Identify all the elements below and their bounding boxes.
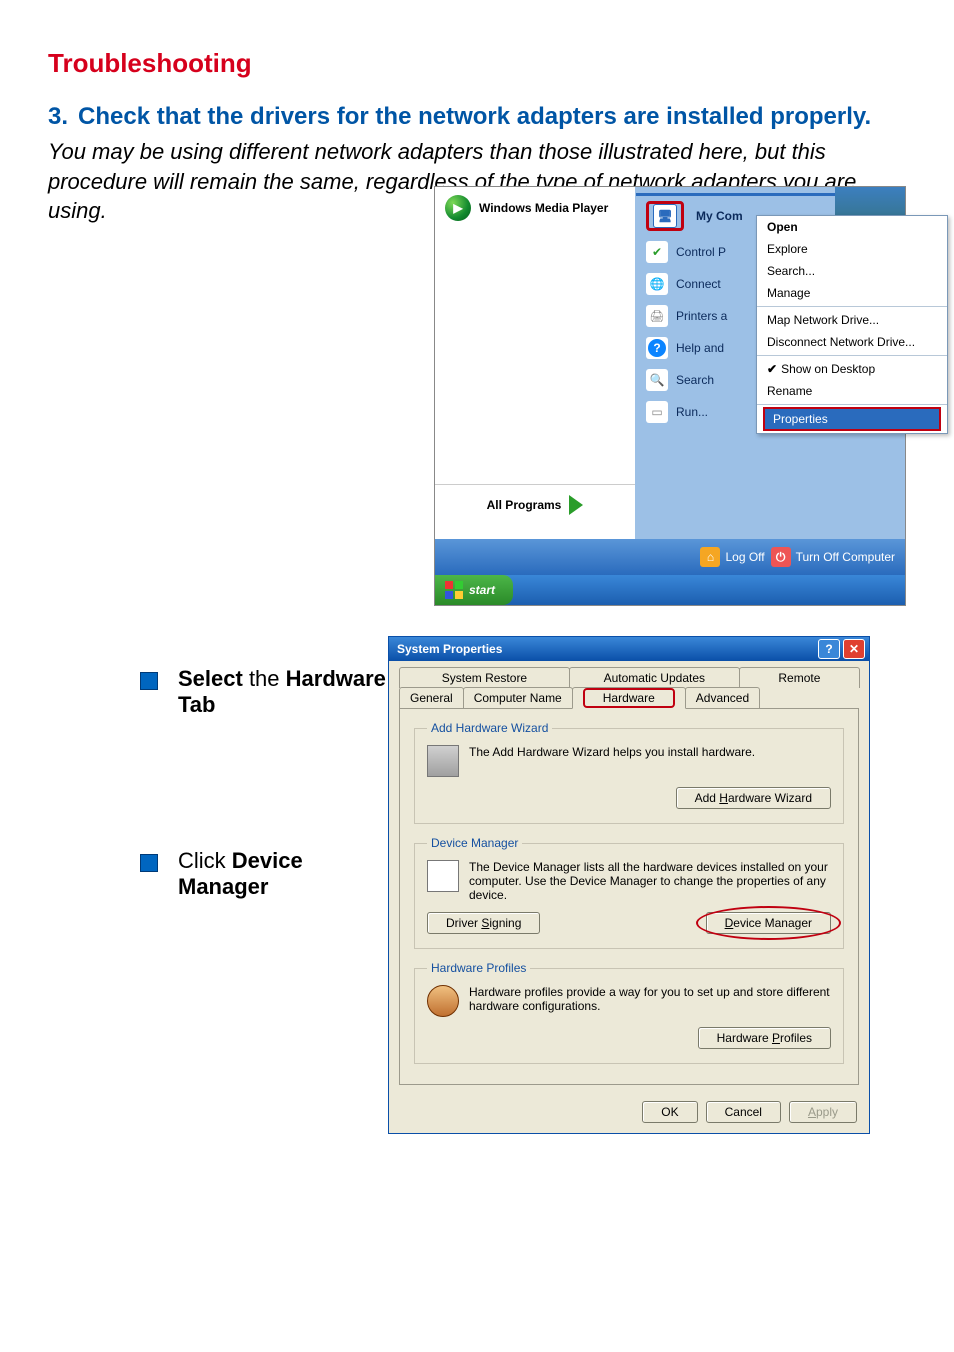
bullet-icon: [140, 854, 158, 872]
connect-label: Connect: [676, 277, 721, 291]
windows-flag-icon: [445, 581, 463, 599]
add-hardware-text: The Add Hardware Wizard helps you instal…: [469, 745, 755, 777]
device-manager-icon: [427, 860, 459, 892]
ctx-disconnect-drive[interactable]: Disconnect Network Drive...: [757, 331, 947, 353]
all-programs-label: All Programs: [487, 498, 562, 512]
wmp-label: Windows Media Player: [479, 201, 608, 215]
highlight-mycomputer: 🖥: [646, 201, 684, 231]
titlebar-close-button[interactable]: ✕: [843, 639, 865, 659]
ok-button[interactable]: OK: [642, 1101, 697, 1123]
ctx-open[interactable]: Open: [757, 216, 947, 238]
bullet-click-device-manager: Click Device Manager: [140, 848, 388, 900]
bullet-select-hardware: Select the Hardware Tab: [140, 666, 388, 718]
hardware-profiles-icon: [427, 985, 459, 1017]
turnoff-label: Turn Off Computer: [796, 550, 895, 564]
hardware-profiles-text: Hardware profiles provide a way for you …: [469, 985, 831, 1017]
search-label: Search: [676, 373, 714, 387]
play-icon: ▶: [445, 195, 471, 221]
ctx-separator: [757, 306, 947, 307]
start-item-wmp[interactable]: ▶ Windows Media Player: [435, 187, 635, 229]
tab-general[interactable]: General: [399, 687, 464, 708]
tab-remote[interactable]: Remote: [739, 667, 860, 688]
ctx-properties[interactable]: Properties: [763, 407, 941, 431]
dialog-buttons: OK Cancel Apply: [389, 1095, 869, 1133]
ctx-rename[interactable]: Rename: [757, 380, 947, 402]
group-add-hardware-wizard: Add Hardware Wizard The Add Hardware Wiz…: [414, 721, 844, 824]
ctx-separator: [757, 404, 947, 405]
tab-hardware[interactable]: Hardware: [572, 687, 686, 709]
printers-label: Printers a: [676, 309, 727, 323]
tab-advanced[interactable]: Advanced: [685, 687, 760, 708]
cancel-button[interactable]: Cancel: [706, 1101, 781, 1123]
window-title: System Properties: [397, 642, 502, 656]
legend-device-manager: Device Manager: [427, 836, 522, 850]
run-icon: ▭: [646, 401, 668, 423]
apply-button[interactable]: Apply: [789, 1101, 857, 1123]
highlight-device-manager: Device Manager: [706, 912, 831, 934]
tab-automatic-updates[interactable]: Automatic Updates: [569, 667, 740, 688]
printer-icon: 🖨: [646, 305, 668, 327]
power-icon: ⏻: [771, 547, 791, 567]
my-computer-label: My Com: [696, 209, 743, 223]
bullet1-text: Select the Hardware Tab: [178, 666, 388, 718]
ctx-map-drive[interactable]: Map Network Drive...: [757, 309, 947, 331]
legend-add-hardware: Add Hardware Wizard: [427, 721, 552, 735]
hardware-profiles-button[interactable]: Hardware Profiles: [698, 1027, 831, 1049]
device-manager-button[interactable]: Device Manager: [706, 912, 831, 934]
ctx-manage[interactable]: Manage: [757, 282, 947, 304]
ctx-explore[interactable]: Explore: [757, 238, 947, 260]
bullet-icon: [140, 672, 158, 690]
hardware-wizard-icon: [427, 745, 459, 777]
screenshot-start-menu: ▶ Windows Media Player All Programs 🖥 My…: [434, 186, 906, 606]
titlebar-help-button[interactable]: ?: [818, 639, 840, 659]
turnoff-button[interactable]: ⏻ Turn Off Computer: [771, 547, 895, 567]
step-title: Check that the drivers for the network a…: [78, 103, 871, 131]
logoff-label: Log Off: [725, 550, 764, 564]
logoff-bar: ⌂ Log Off ⏻ Turn Off Computer: [435, 539, 905, 575]
device-manager-text: The Device Manager lists all the hardwar…: [469, 860, 831, 902]
taskbar: start: [435, 575, 905, 605]
logoff-icon: ⌂: [700, 547, 720, 567]
group-hardware-profiles: Hardware Profiles Hardware profiles prov…: [414, 961, 844, 1064]
monitor-icon: 🖥: [653, 204, 677, 228]
add-hardware-wizard-button[interactable]: Add Hardware Wizard: [676, 787, 831, 809]
highlight-hardware-tab: Hardware: [583, 688, 675, 708]
start-label: start: [469, 583, 495, 597]
check-icon: ✔: [767, 362, 777, 376]
tab-computer-name[interactable]: Computer Name: [463, 687, 573, 708]
screenshot-system-properties: System Properties ? ✕ System Restore Aut…: [388, 636, 870, 1134]
control-panel-label: Control P: [676, 245, 726, 259]
triangle-right-icon: [569, 495, 583, 515]
step-number: 3.: [48, 103, 78, 131]
group-device-manager: Device Manager The Device Manager lists …: [414, 836, 844, 949]
run-label: Run...: [676, 405, 708, 419]
ctx-search[interactable]: Search...: [757, 260, 947, 282]
logoff-button[interactable]: ⌂ Log Off: [700, 547, 764, 567]
search-icon: 🔍: [646, 369, 668, 391]
tab-system-restore[interactable]: System Restore: [399, 667, 570, 688]
driver-signing-button[interactable]: Driver Signing: [427, 912, 540, 934]
start-all-programs[interactable]: All Programs: [435, 484, 635, 525]
help-icon: ?: [646, 337, 668, 359]
step-heading: 3. Check that the drivers for the networ…: [48, 103, 906, 131]
start-button[interactable]: start: [435, 575, 513, 605]
legend-hardware-profiles: Hardware Profiles: [427, 961, 530, 975]
bullet2-text: Click Device Manager: [178, 848, 388, 900]
page-title: Troubleshooting: [48, 48, 906, 79]
ctx-show-desktop[interactable]: ✔Show on Desktop: [757, 358, 947, 380]
control-panel-icon: ✔: [646, 241, 668, 263]
ctx-separator: [757, 355, 947, 356]
titlebar: System Properties ? ✕: [389, 637, 869, 661]
context-menu: Open Explore Search... Manage Map Networ…: [756, 215, 948, 434]
globe-icon: 🌐: [646, 273, 668, 295]
help-label: Help and: [676, 341, 724, 355]
tab-panel-hardware: Add Hardware Wizard The Add Hardware Wiz…: [399, 708, 859, 1085]
